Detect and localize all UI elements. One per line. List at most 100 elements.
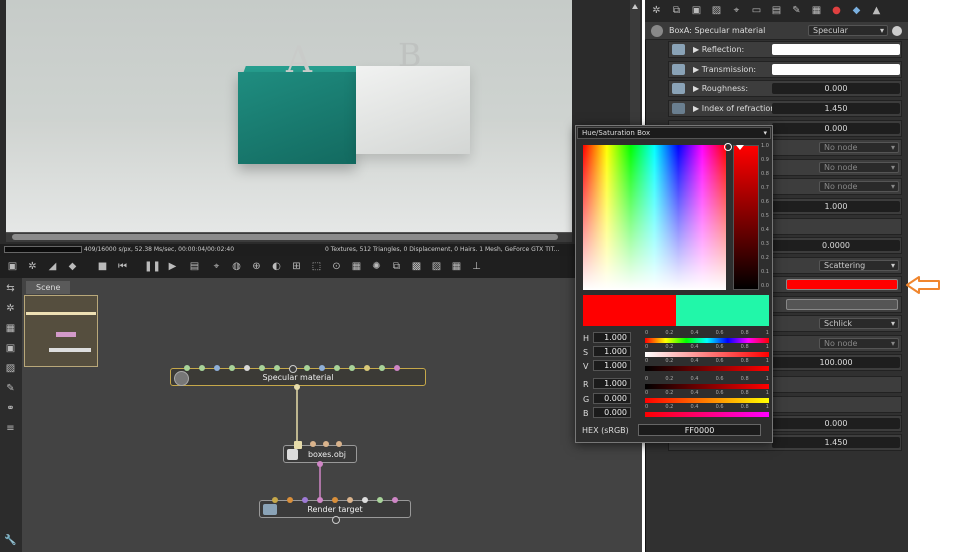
- scale-label: 0.4: [761, 227, 769, 233]
- value-slider[interactable]: [733, 145, 759, 290]
- value-channel-slider[interactable]: [645, 366, 769, 371]
- material-type-dropdown[interactable]: Specular ▾: [808, 25, 888, 36]
- channel-g-input[interactable]: 0.000: [593, 393, 631, 404]
- scale-label: 0.2: [761, 255, 769, 261]
- float-field[interactable]: 1.000: [772, 201, 900, 212]
- input-pin[interactable]: [332, 497, 338, 503]
- float-field[interactable]: 0.000: [772, 418, 900, 429]
- transmission-color-field[interactable]: [772, 64, 900, 75]
- fresnel-dropdown[interactable]: Schlick ▾: [819, 318, 899, 329]
- float-field[interactable]: 0.000: [772, 123, 900, 134]
- picker-cursor[interactable]: [724, 143, 732, 151]
- float-field[interactable]: 100.000: [772, 357, 900, 368]
- scattering-dropdown[interactable]: Scattering ▾: [819, 260, 899, 271]
- input-pin[interactable]: [287, 497, 293, 503]
- input-pin[interactable]: [184, 365, 190, 371]
- input-pin[interactable]: [294, 441, 302, 449]
- node-icon[interactable]: ▣: [690, 4, 703, 17]
- input-pin[interactable]: [272, 497, 278, 503]
- previous-color-swatch[interactable]: [676, 295, 769, 326]
- saturation-slider[interactable]: [645, 352, 769, 357]
- green-slider[interactable]: [645, 398, 769, 403]
- input-pin[interactable]: [274, 365, 280, 371]
- float-field[interactable]: 1.450: [772, 437, 900, 448]
- scale-label: 0.6: [761, 199, 769, 205]
- ior-value: 1.450: [824, 104, 848, 113]
- material-type-value: Specular: [813, 26, 848, 35]
- input-pin[interactable]: [364, 365, 370, 371]
- channel-b-label: B: [583, 409, 589, 418]
- node-dropdown-value: No node: [824, 163, 858, 172]
- input-pin[interactable]: [347, 497, 353, 503]
- hex-input[interactable]: FF0000: [638, 424, 761, 436]
- input-pin[interactable]: [259, 365, 265, 371]
- texture-icon[interactable]: [672, 44, 685, 55]
- input-pin[interactable]: [362, 497, 368, 503]
- input-pin[interactable]: [289, 365, 297, 373]
- image-icon[interactable]: ▨: [710, 4, 723, 17]
- node-dropdown-value: No node: [824, 143, 858, 152]
- value-marker-icon[interactable]: [736, 145, 744, 150]
- output-pin[interactable]: [317, 461, 323, 467]
- float-icon[interactable]: [672, 103, 685, 114]
- monitor-icon[interactable]: ▭: [750, 4, 763, 17]
- picker-icon[interactable]: ⌖: [730, 4, 743, 17]
- input-pin[interactable]: [302, 497, 308, 503]
- hue-saturation-box[interactable]: [583, 143, 732, 290]
- input-pin[interactable]: [319, 365, 325, 371]
- channel-s-input[interactable]: 1.000: [593, 346, 631, 357]
- input-pin[interactable]: [229, 365, 235, 371]
- landscape-icon[interactable]: ▲: [870, 4, 883, 17]
- roughness-field[interactable]: 0.000: [772, 83, 900, 94]
- brush-icon[interactable]: ✎: [790, 4, 803, 17]
- input-pin[interactable]: [323, 441, 329, 447]
- roughness-value: 0.000: [824, 84, 848, 93]
- channel-v-input[interactable]: 1.000: [593, 360, 631, 371]
- reflection-color-field[interactable]: [772, 44, 900, 55]
- input-pin[interactable]: [394, 365, 400, 371]
- output-pin[interactable]: [332, 516, 340, 524]
- node-dropdown[interactable]: No node ▾: [819, 142, 899, 153]
- input-pin[interactable]: [310, 441, 316, 447]
- active-color-swatch[interactable]: [786, 279, 898, 290]
- channel-b-input[interactable]: 0.000: [593, 407, 631, 418]
- settings-icon[interactable]: ✲: [650, 4, 663, 17]
- input-pin[interactable]: [244, 365, 250, 371]
- input-pin[interactable]: [377, 497, 383, 503]
- chart-icon[interactable]: ▤: [770, 4, 783, 17]
- channel-h-input[interactable]: 1.000: [593, 332, 631, 343]
- channel-r-input[interactable]: 1.000: [593, 378, 631, 389]
- node-dropdown[interactable]: No node ▾: [819, 162, 899, 173]
- slider-ticks: 0 0.2 0.4 0.6 0.8 1: [645, 330, 769, 336]
- texture-icon[interactable]: [672, 83, 685, 94]
- ior-field[interactable]: 1.450: [772, 103, 900, 114]
- input-pin[interactable]: [317, 497, 323, 503]
- picker-mode-dropdown[interactable]: Hue/Saturation Box ▾: [577, 127, 771, 139]
- grid-icon[interactable]: ▦: [810, 4, 823, 17]
- input-pin[interactable]: [379, 365, 385, 371]
- node-specular-label: Specular material: [262, 373, 334, 382]
- eye-icon[interactable]: [892, 26, 902, 36]
- blue-slider[interactable]: [645, 412, 769, 417]
- graph-icon[interactable]: ⧉: [670, 4, 683, 17]
- chevron-down-icon: ▾: [763, 129, 767, 137]
- red-slider[interactable]: [645, 384, 769, 389]
- color-swatch[interactable]: [786, 299, 898, 310]
- float-value: 100.000: [819, 358, 853, 367]
- float-field[interactable]: 0.0000: [772, 240, 900, 251]
- input-pin[interactable]: [349, 365, 355, 371]
- input-pin[interactable]: [214, 365, 220, 371]
- red-sphere-icon[interactable]: ●: [830, 4, 843, 17]
- hue-slider[interactable]: [645, 338, 769, 343]
- input-pin[interactable]: [199, 365, 205, 371]
- input-pin[interactable]: [304, 365, 310, 371]
- texture-icon[interactable]: [672, 64, 685, 75]
- input-pin[interactable]: [392, 497, 398, 503]
- node-dropdown[interactable]: No node ▾: [819, 338, 899, 349]
- output-pin[interactable]: [294, 384, 300, 390]
- blue-cube-icon[interactable]: ◆: [850, 4, 863, 17]
- node-dropdown[interactable]: No node ▾: [819, 181, 899, 192]
- input-pin[interactable]: [334, 365, 340, 371]
- input-pin[interactable]: [336, 441, 342, 447]
- row-roughness: ▶ Roughness: 0.000: [668, 80, 902, 97]
